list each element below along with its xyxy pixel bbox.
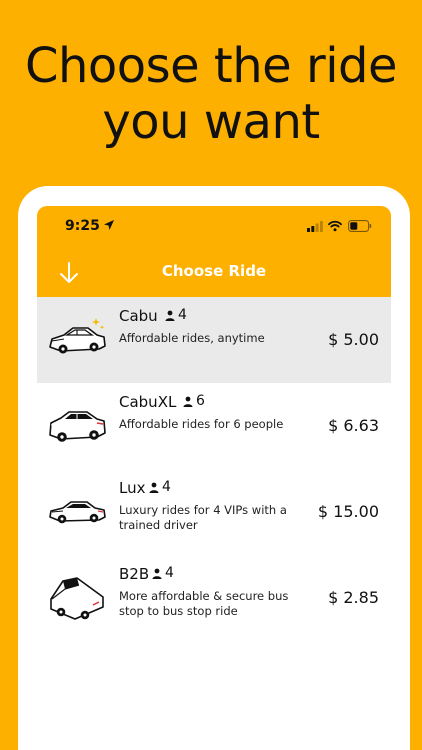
status-bar: 9:25 bbox=[37, 206, 391, 246]
van-icon bbox=[50, 577, 104, 620]
luxury-car-icon bbox=[49, 501, 106, 524]
ride-option-lux[interactable]: Lux 4 Luxury rides for 4 VIPs with a tra… bbox=[37, 469, 391, 555]
ride-name: Lux bbox=[119, 479, 146, 497]
ride-name: Cabu bbox=[119, 307, 158, 325]
ride-capacity: 4 bbox=[149, 479, 171, 495]
ride-capacity: 4 bbox=[165, 307, 187, 323]
promo-headline: Choose the ride you want bbox=[0, 38, 422, 150]
wifi-icon bbox=[328, 220, 342, 232]
ride-price: $ 2.85 bbox=[328, 588, 379, 607]
ride-capacity-count: 6 bbox=[196, 393, 205, 409]
ride-name: B2B bbox=[119, 565, 150, 583]
ride-description: Affordable rides, anytime bbox=[119, 331, 265, 345]
ride-capacity: 4 bbox=[152, 565, 174, 581]
app-screen: 9:25 Choose Ride Cabu 4 Affordable rides… bbox=[37, 206, 391, 750]
ride-capacity: 6 bbox=[183, 393, 205, 409]
location-arrow-icon bbox=[104, 220, 114, 230]
page-title: Choose Ride bbox=[161, 262, 267, 280]
ride-price: $ 6.63 bbox=[328, 416, 379, 435]
ride-description: More affordable & secure bus stop to bus… bbox=[119, 589, 289, 618]
ride-option-cabuxl[interactable]: CabuXL 6 Affordable rides for 6 people $… bbox=[37, 383, 391, 469]
ride-option-cabu[interactable]: Cabu 4 Affordable rides, anytime $ 5.00 bbox=[37, 297, 391, 383]
ride-capacity-count: 4 bbox=[178, 307, 187, 323]
ride-option-b2b[interactable]: B2B 4 More affordable & secure bus stop … bbox=[37, 555, 391, 641]
ride-description: Affordable rides for 6 people bbox=[119, 417, 284, 431]
ride-description: Luxury rides for 4 VIPs with a trained d… bbox=[119, 503, 287, 532]
cellular-signal-icon bbox=[307, 221, 323, 232]
ride-name: CabuXL bbox=[119, 393, 177, 411]
person-icon bbox=[152, 568, 162, 579]
headline-line-1: Choose the ride bbox=[24, 38, 398, 94]
person-icon bbox=[183, 396, 193, 407]
ride-list: Cabu 4 Affordable rides, anytime $ 5.00 … bbox=[37, 297, 391, 641]
app-bar: 9:25 Choose Ride bbox=[37, 206, 391, 297]
sedan-car-icon bbox=[49, 318, 106, 354]
person-icon bbox=[165, 310, 175, 321]
battery-icon bbox=[348, 220, 372, 232]
person-icon bbox=[149, 482, 159, 493]
ride-price: $ 15.00 bbox=[317, 502, 379, 521]
ride-capacity-count: 4 bbox=[162, 479, 171, 495]
suv-car-icon bbox=[49, 411, 106, 442]
ride-price: $ 5.00 bbox=[328, 330, 379, 349]
ride-capacity-count: 4 bbox=[165, 565, 174, 581]
status-time: 9:25 bbox=[65, 218, 100, 234]
headline-line-2: you want bbox=[102, 94, 320, 150]
